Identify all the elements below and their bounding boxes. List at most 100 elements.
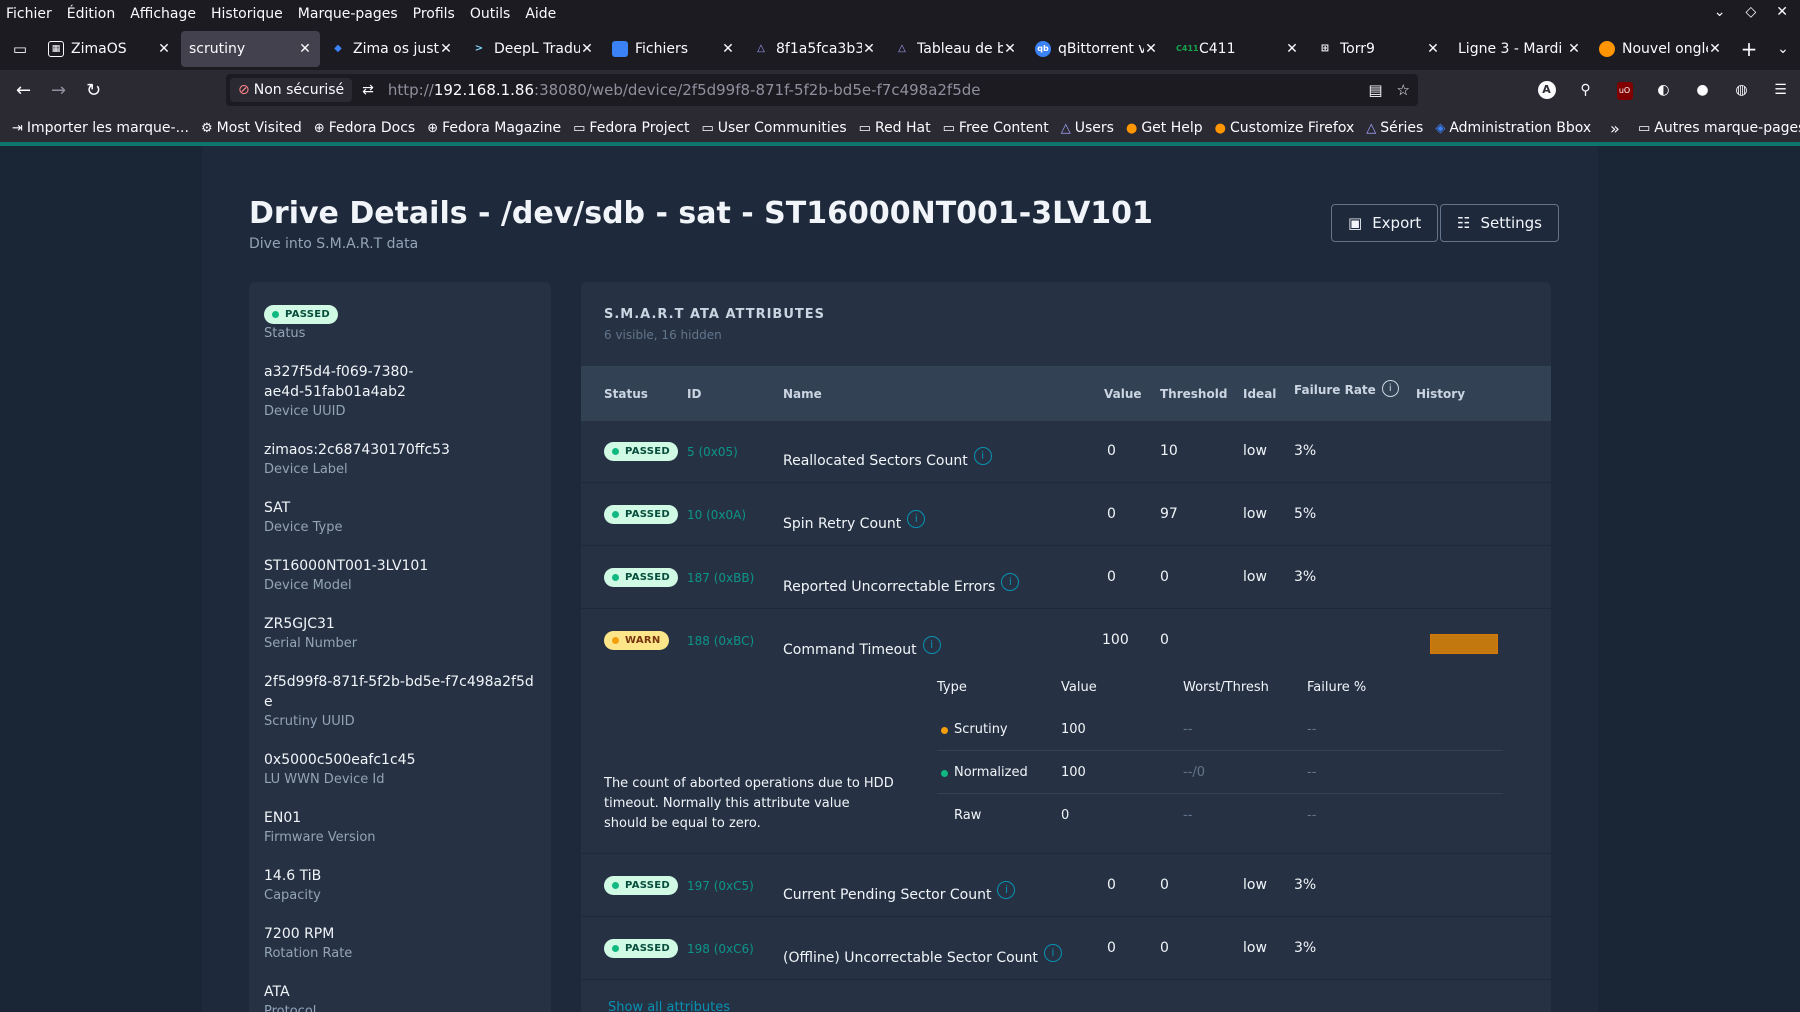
bookmark-series[interactable]: △ Séries — [1366, 120, 1423, 136]
bookmark-most-visited[interactable]: ⚙ Most Visited — [201, 120, 302, 136]
info-icon[interactable]: i — [922, 636, 941, 654]
close-tab-icon[interactable]: ✕ — [1003, 41, 1017, 57]
attribute-id[interactable]: 188 (0xBC) — [687, 634, 754, 648]
info-capacity: 14.6 TiB Capacity — [264, 868, 322, 903]
bookmark-user-communities[interactable]: ▭ User Communities — [701, 120, 846, 136]
close-tab-icon[interactable]: ✕ — [721, 41, 735, 57]
new-tab-button[interactable]: + — [1732, 37, 1766, 61]
extension-icon[interactable]: ◐ — [1644, 82, 1683, 98]
close-tab-icon[interactable]: ✕ — [1285, 41, 1299, 57]
bookmark-star-icon[interactable]: ☆ — [1397, 81, 1410, 99]
tab-overview-icon[interactable]: ▭ — [0, 40, 40, 58]
table-row[interactable]: PASSED 198 (0xC6) (Offline) Uncorrectabl… — [581, 918, 1551, 980]
history-bar — [1430, 634, 1498, 654]
settings-button[interactable]: ☷ Settings — [1440, 204, 1559, 242]
tab-scrutiny[interactable]: scrutiny ✕ — [181, 31, 320, 67]
globe-icon: ⊕ — [313, 120, 325, 136]
attribute-id[interactable]: 5 (0x05) — [687, 445, 738, 459]
tab-qbittorrent[interactable]: qb qBittorrent v5 ✕ — [1027, 31, 1166, 67]
tab-deepl[interactable]: > DeepL Traduc ✕ — [463, 31, 602, 67]
bookmark-administration-bbox[interactable]: ◈ Administration Bbox — [1435, 120, 1591, 136]
close-tab-icon[interactable]: ✕ — [862, 41, 876, 57]
list-all-tabs-icon[interactable]: ⌄ — [1766, 41, 1800, 57]
info-icon[interactable]: i — [997, 881, 1016, 899]
bookmark-fedora-project[interactable]: ▭ Fedora Project — [573, 120, 689, 136]
menu-affichage[interactable]: Affichage — [130, 6, 196, 22]
close-tab-icon[interactable]: ✕ — [439, 41, 453, 57]
translate-icon[interactable]: ◍ — [1722, 82, 1761, 98]
table-row-expanded[interactable]: WARN 188 (0xBC) Command Timeout i 100 0 — [581, 610, 1551, 672]
bookmark-other[interactable]: ▭ Autres marque-pages — [1638, 120, 1800, 136]
info-icon[interactable]: i — [907, 510, 926, 528]
bookmark-fedora-magazine[interactable]: ⊕ Fedora Magazine — [427, 120, 561, 136]
menu-hamburger-icon[interactable]: ☰ — [1761, 82, 1800, 98]
attribute-id[interactable]: 197 (0xC5) — [687, 879, 754, 893]
close-tab-icon[interactable]: ✕ — [580, 41, 594, 57]
table-row[interactable]: PASSED 197 (0xC5) Current Pending Sector… — [581, 855, 1551, 917]
restore-icon[interactable]: ◇ — [1745, 4, 1756, 20]
ublock-icon[interactable]: uO — [1605, 81, 1644, 100]
smart-attributes-card: S.M.A.R.T ATA ATTRIBUTES 6 visible, 16 h… — [581, 282, 1551, 1012]
extensions-icon[interactable]: ⚲ — [1566, 82, 1605, 98]
info-protocol: ATA Protocol — [264, 984, 317, 1012]
info-icon[interactable]: i — [973, 447, 992, 465]
tab-tableau-de-bord[interactable]: △ Tableau de bo ✕ — [886, 31, 1025, 67]
info-icon[interactable]: i — [1381, 380, 1399, 397]
permissions-icon[interactable]: ⇄ — [362, 82, 374, 98]
status-badge: PASSED — [604, 568, 679, 587]
export-button[interactable]: ▣ Export — [1331, 204, 1439, 242]
close-tab-icon[interactable]: ✕ — [1426, 41, 1440, 57]
tab-ligne-3[interactable]: Ligne 3 - Mardi 2 ✕ — [1450, 31, 1589, 67]
table-row[interactable]: PASSED 187 (0xBB) Reported Uncorrectable… — [581, 547, 1551, 609]
bookmark-fedora-docs[interactable]: ⊕ Fedora Docs — [314, 120, 415, 136]
url-bar[interactable]: ⊘ Non sécurisé ⇄ http://192.168.1.86:380… — [226, 74, 1418, 106]
table-row[interactable]: PASSED 10 (0x0A) Spin Retry Count i 0 97 … — [581, 484, 1551, 546]
tab-zima-os-just[interactable]: ◆ Zima os just s ✕ — [322, 31, 461, 67]
tab-torr9[interactable]: ⊞ Torr9 ✕ — [1309, 31, 1448, 67]
menu-fichier[interactable]: Fichier — [6, 6, 52, 22]
bookmark-import[interactable]: ⇥ Importer les marque-... — [12, 120, 189, 136]
security-indicator[interactable]: ⊘ Non sécurisé — [230, 78, 353, 102]
menu-bar: Fichier Édition Affichage Historique Mar… — [0, 0, 1800, 28]
menu-marque-pages[interactable]: Marque-pages — [298, 6, 398, 22]
menu-profils[interactable]: Profils — [413, 6, 455, 22]
bookmarks-overflow-icon[interactable]: » — [1610, 119, 1620, 138]
attribute-id[interactable]: 198 (0xC6) — [687, 942, 754, 956]
attribute-id[interactable]: 10 (0x0A) — [687, 508, 746, 522]
folder-icon: ▭ — [701, 120, 714, 136]
bookmark-customize-firefox[interactable]: ● Customize Firefox — [1215, 120, 1355, 136]
close-tab-icon[interactable]: ✕ — [1144, 41, 1158, 57]
reader-view-icon[interactable]: ▤ — [1368, 81, 1382, 99]
url-text[interactable]: http://192.168.1.86:38080/web/device/2f5… — [388, 81, 981, 99]
tab-c411[interactable]: C411 C411 ✕ — [1168, 31, 1307, 67]
tab-fichiers[interactable]: Fichiers ✕ — [604, 31, 743, 67]
bookmark-get-help[interactable]: ● Get Help — [1126, 120, 1203, 136]
menu-outils[interactable]: Outils — [470, 6, 510, 22]
close-tab-icon[interactable]: ✕ — [157, 41, 171, 57]
extension-dot-icon[interactable]: ● — [1683, 82, 1722, 98]
forward-button[interactable]: → — [41, 80, 76, 101]
menu-aide[interactable]: Aide — [525, 6, 556, 22]
bookmark-users[interactable]: △ Users — [1061, 120, 1114, 136]
tab-nouvel-onglet[interactable]: Nouvel onglet ✕ — [1591, 31, 1730, 67]
menu-edition[interactable]: Édition — [67, 6, 115, 22]
attribute-id[interactable]: 187 (0xBB) — [687, 571, 754, 585]
account-icon[interactable]: A — [1527, 81, 1566, 99]
back-button[interactable]: ← — [6, 80, 41, 101]
attribute-name: Spin Retry Count i — [783, 510, 926, 532]
table-row[interactable]: PASSED 5 (0x05) Reallocated Sectors Coun… — [581, 421, 1551, 483]
minimize-icon[interactable]: ⌄ — [1714, 4, 1726, 20]
bookmark-red-hat[interactable]: ▭ Red Hat — [859, 120, 931, 136]
menu-historique[interactable]: Historique — [211, 6, 283, 22]
close-tab-icon[interactable]: ✕ — [1567, 41, 1581, 57]
tab-zimaos[interactable]: ▦ ZimaOS ✕ — [40, 31, 179, 67]
show-all-attributes-link[interactable]: Show all attributes — [608, 1000, 730, 1012]
info-icon[interactable]: i — [1043, 944, 1062, 962]
reload-button[interactable]: ↻ — [76, 80, 111, 101]
close-tab-icon[interactable]: ✕ — [298, 41, 312, 57]
close-tab-icon[interactable]: ✕ — [1708, 41, 1722, 57]
tab-8f1a5fca3b35[interactable]: △ 8f1a5fca3b35 ✕ — [745, 31, 884, 67]
bookmark-free-content[interactable]: ▭ Free Content — [943, 120, 1049, 136]
close-window-icon[interactable]: ✕ — [1776, 4, 1788, 20]
info-icon[interactable]: i — [1001, 573, 1020, 591]
